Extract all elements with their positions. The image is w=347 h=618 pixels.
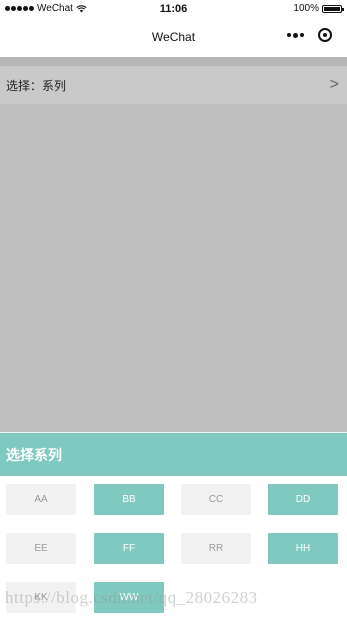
status-bar: WeChat 11:06 100%	[0, 0, 347, 17]
series-select-label: 选择：系列	[6, 78, 67, 93]
top-divider-strip	[0, 57, 347, 66]
series-option[interactable]: BB	[94, 484, 164, 515]
picker-title: 选择系列	[6, 446, 62, 463]
page-overlay[interactable]: 选择：系列 >	[0, 57, 347, 432]
series-option[interactable]: AA	[6, 484, 76, 515]
status-right: 100%	[293, 3, 344, 14]
picker-header: 选择系列	[0, 432, 347, 476]
series-option[interactable]: EE	[6, 533, 76, 564]
series-option[interactable]: DD	[268, 484, 338, 515]
series-option[interactable]: CC	[181, 484, 251, 515]
signal-icon	[5, 6, 34, 11]
nav-bar: WeChat	[0, 17, 347, 57]
status-left: WeChat	[5, 3, 87, 14]
series-option[interactable]: RR	[181, 533, 251, 564]
more-icon[interactable]	[287, 32, 304, 38]
watermark-text: https://blog.csdn.net/qq_28026283	[5, 588, 258, 607]
chevron-right-icon: >	[329, 76, 339, 93]
carrier-name: WeChat	[37, 3, 73, 14]
series-select-row[interactable]: 选择：系列 >	[0, 66, 347, 104]
capsule-menu	[287, 28, 332, 42]
wifi-icon	[76, 4, 87, 12]
battery-percent: 100%	[293, 3, 319, 14]
nav-title: WeChat	[151, 30, 196, 44]
close-miniprogram-icon[interactable]	[318, 28, 332, 42]
battery-icon	[322, 4, 344, 13]
series-option[interactable]: FF	[94, 533, 164, 564]
series-option[interactable]: HH	[268, 533, 338, 564]
